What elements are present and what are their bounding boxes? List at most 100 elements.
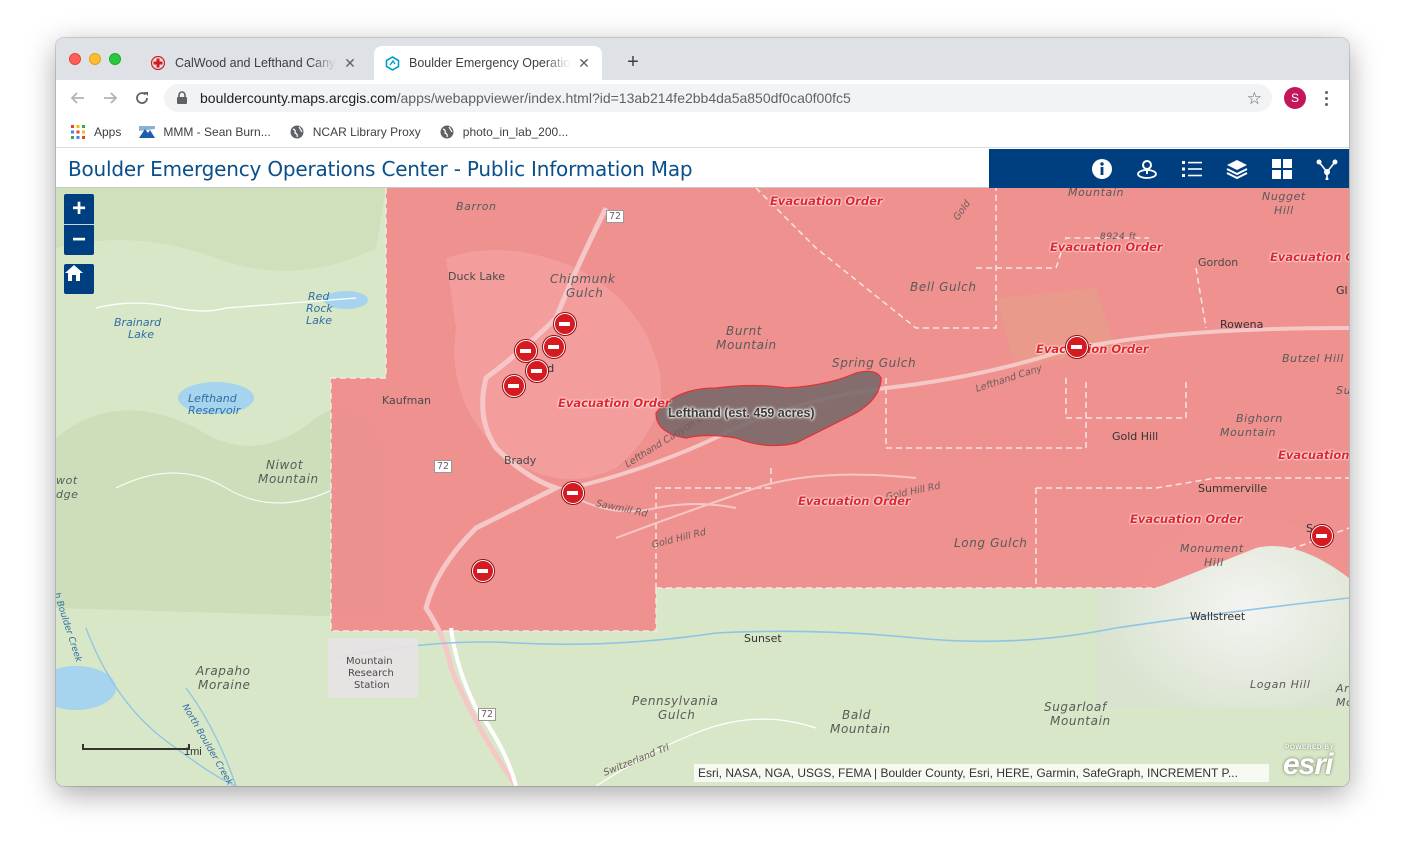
road-closure-icon[interactable] [526, 360, 548, 382]
zoom-out-button[interactable]: − [64, 225, 94, 255]
bookmark-label: photo_in_lab_200... [462, 124, 569, 139]
evacuation-order-label: Evacuation Order [1036, 342, 1149, 356]
place-label: Sunset [744, 632, 782, 645]
place-label: Brady [504, 454, 537, 467]
tab-calwood[interactable]: CalWood and Lefthand Canyon Fires ✕ [140, 46, 368, 80]
place-label: Research [348, 668, 394, 679]
evacuation-order-label: Evacuation Order [798, 494, 911, 508]
place-label: Mountain [716, 338, 777, 352]
profile-avatar[interactable]: S [1284, 87, 1306, 109]
place-label: Hill [1274, 204, 1294, 217]
bookmark-label: Apps [94, 124, 122, 139]
place-label: Pennsylvania [632, 694, 719, 708]
new-tab-button[interactable]: + [622, 51, 644, 73]
red-cross-icon [150, 55, 166, 71]
reload-icon[interactable] [130, 86, 154, 110]
place-label: Gordon [1198, 256, 1239, 269]
basemap-gallery-icon[interactable] [1269, 156, 1295, 182]
arcgis-icon [384, 55, 400, 71]
map-view[interactable]: Barron Duck Lake Chipmunk Gulch Ward Kau… [56, 188, 1349, 786]
home-icon [65, 265, 83, 281]
place-label: Spring Gulch [832, 356, 917, 370]
place-label: Mountain [1220, 426, 1277, 439]
layers-icon[interactable] [1224, 156, 1250, 182]
locate-icon[interactable] [1134, 156, 1160, 182]
bookmark-star-icon[interactable]: ☆ [1247, 89, 1262, 109]
place-label: Bighorn [1236, 412, 1283, 425]
scale-bar [82, 744, 190, 750]
evacuation-order-label: Evacuation Order [1130, 512, 1243, 526]
water-label: Reservoir [188, 404, 241, 417]
close-window-button[interactable] [69, 53, 81, 65]
road-closure-icon[interactable] [1311, 525, 1333, 547]
place-label: Burnt [726, 324, 763, 338]
browser-menu-icon[interactable] [1318, 86, 1334, 110]
place-label: Mountain [830, 722, 891, 736]
home-button[interactable] [64, 264, 94, 294]
tab-title: CalWood and Lefthand Canyon Fires [175, 56, 336, 70]
forward-arrow-icon[interactable] [98, 86, 122, 110]
globe-icon [289, 124, 305, 140]
mountain-logo-icon [139, 124, 156, 140]
share-icon[interactable] [1314, 156, 1340, 182]
road-closure-icon[interactable] [543, 336, 565, 358]
place-label: dge [56, 488, 79, 501]
place-label: Niwot [266, 458, 304, 472]
place-label: Bell Gulch [910, 280, 977, 294]
bookmark-label: NCAR Library Proxy [312, 124, 421, 139]
esri-logo[interactable]: POWERED BY esri [1281, 744, 1343, 784]
place-label: Gulch [566, 286, 604, 300]
place-label: Bald [842, 708, 871, 722]
road-closure-icon[interactable] [554, 313, 576, 335]
place-label: Barron [456, 200, 497, 213]
close-tab-icon[interactable]: ✕ [342, 55, 358, 71]
place-label: Ar [1336, 682, 1349, 695]
place-label: Moraine [198, 678, 251, 692]
road-closure-icon[interactable] [472, 560, 494, 582]
maximize-window-button[interactable] [109, 53, 121, 65]
bookmark-apps[interactable]: Apps [70, 124, 121, 140]
apps-grid-icon [70, 124, 86, 140]
place-label: Mountain [1068, 188, 1125, 199]
road-closure-icon[interactable] [503, 375, 525, 397]
scale-label: 1mi [184, 746, 202, 758]
road-closure-icon[interactable] [515, 340, 537, 362]
back-arrow-icon[interactable] [66, 86, 90, 110]
place-label: Mountain [258, 472, 319, 486]
place-label: Rowena [1220, 318, 1264, 331]
highway-shield: 72 [434, 460, 453, 473]
place-label: Nugget [1262, 190, 1306, 203]
legend-icon[interactable] [1179, 156, 1205, 182]
address-bar[interactable]: bouldercounty.maps.arcgis.com/apps/webap… [164, 84, 1272, 112]
minimize-window-button[interactable] [89, 53, 101, 65]
evacuation-order-label: Evacuation Or [1270, 250, 1349, 264]
close-tab-icon[interactable]: ✕ [576, 55, 592, 71]
widget-toolbar [989, 149, 1349, 188]
tab-boulder-eoc[interactable]: Boulder Emergency Operations Center ✕ [374, 46, 602, 80]
place-label: Station [354, 680, 390, 691]
evacuation-order-label: Evacuation Order [770, 194, 883, 208]
zoom-control: + − [64, 194, 94, 255]
bookmark-mmm[interactable]: MMM - Sean Burn... [139, 124, 271, 140]
place-label: Monument [1180, 542, 1244, 555]
bookmark-ncar[interactable]: NCAR Library Proxy [289, 124, 421, 140]
place-label: Chipmunk [550, 272, 616, 286]
place-label: Duck Lake [448, 270, 505, 283]
about-icon[interactable] [1089, 156, 1115, 182]
road-closure-icon[interactable] [562, 482, 584, 504]
map-attribution[interactable]: Esri, NASA, NGA, USGS, FEMA | Boulder Co… [694, 764, 1269, 782]
tab-title: Boulder Emergency Operations Center [409, 56, 570, 70]
place-label: Mountain [1050, 714, 1111, 728]
zoom-in-button[interactable]: + [64, 194, 94, 224]
place-label: Mo [1336, 696, 1349, 709]
fire-label: Lefthand (est. 459 acres) [668, 406, 815, 420]
bookmark-label: MMM - Sean Burn... [163, 124, 271, 139]
place-label: Su [1336, 384, 1349, 397]
bookmark-photo[interactable]: photo_in_lab_200... [439, 124, 568, 140]
place-label: Gulch [658, 708, 696, 722]
road-closure-icon[interactable] [1066, 336, 1088, 358]
highway-shield: 72 [478, 708, 497, 721]
place-label: Butzel Hill [1282, 352, 1344, 365]
browser-window: CalWood and Lefthand Canyon Fires ✕ Boul… [56, 38, 1349, 786]
water-label: Lake [306, 314, 333, 327]
